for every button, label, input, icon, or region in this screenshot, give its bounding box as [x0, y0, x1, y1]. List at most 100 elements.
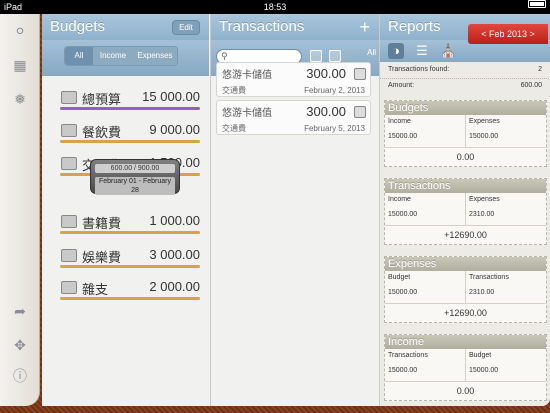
budget-name: 娛樂費	[82, 250, 122, 265]
magic-wand-icon[interactable]: ✥	[11, 336, 29, 354]
all-filter-button[interactable]: All	[367, 48, 376, 57]
budget-category-icon	[61, 124, 77, 137]
cell-label: Income	[388, 196, 411, 203]
report-card-title: Budgets	[385, 101, 546, 115]
settings-icon[interactable]: ❅	[11, 90, 29, 108]
budget-amount: 9 000.00	[149, 122, 200, 137]
budget-category-icon	[61, 91, 77, 104]
amount-value: 600.00	[520, 82, 542, 89]
add-transaction-button[interactable]: +	[359, 14, 370, 40]
report-total: +12690.00	[444, 308, 487, 318]
edit-button[interactable]: Edit	[172, 20, 200, 35]
pie-chart-icon[interactable]: ◑	[388, 43, 404, 59]
transaction-amount: 300.00	[306, 66, 346, 81]
period-selector-button[interactable]: < Feb 2013 >	[468, 24, 548, 44]
cell-label: Transactions	[469, 274, 509, 281]
tool-sidebar: ⚪ ▦ ❅ ➦ ✥ ⓘ	[0, 14, 40, 406]
report-card-title: Expenses	[385, 257, 546, 271]
status-bar: iPad 18:53	[0, 0, 550, 14]
transactions-panel: Transactions + ⚲ All 悠游卡儲值 交通費 300.00 Fe…	[210, 14, 379, 406]
filter-expenses[interactable]: Expenses	[133, 47, 177, 65]
budget-name: 書籍費	[82, 216, 122, 231]
transaction-item[interactable]: 悠游卡儲值 交通費 300.00 February 2, 2013	[216, 62, 371, 97]
transaction-date: February 2, 2013	[304, 86, 365, 95]
checked-filter-icon[interactable]	[329, 50, 341, 62]
cell-value: 2310.00	[469, 289, 495, 296]
budget-usage-tooltip: 600.00 / 900.00 February 01 - February 2…	[90, 159, 180, 195]
cell-label: Expenses	[469, 196, 500, 203]
list-icon[interactable]: ☰	[414, 43, 430, 59]
cell-label: Income	[388, 118, 411, 125]
budget-row[interactable]: 餐飲費 9 000.00	[56, 119, 200, 147]
divider	[380, 78, 550, 79]
budgets-filter-bar: All Income Expenses	[42, 40, 209, 76]
budget-amount: 3 000.00	[149, 247, 200, 262]
budget-progress-bar	[60, 231, 200, 234]
filter-all[interactable]: All	[65, 47, 93, 65]
found-value: 2	[538, 66, 542, 73]
share-icon[interactable]: ➦	[11, 302, 29, 320]
budget-row[interactable]: 娛樂費 3 000.00	[56, 244, 200, 272]
main-panels: Budgets Edit All Income Expenses 總預算 15 …	[42, 14, 550, 406]
train-icon	[354, 68, 366, 80]
report-total: +12690.00	[444, 230, 487, 240]
tooltip-range: February 01 - February 28	[95, 177, 175, 195]
budget-category-icon	[61, 215, 77, 228]
transactions-found-row: Transactions found: 2	[380, 64, 550, 78]
bank-icon[interactable]: ⛪	[440, 43, 456, 59]
amount-label: Amount:	[388, 82, 415, 89]
budget-category-icon	[61, 249, 77, 262]
battery-indicator	[528, 0, 546, 8]
budget-row[interactable]: 雜支 2 000.00	[56, 276, 200, 304]
transaction-category: 交通費	[222, 124, 246, 133]
report-total: 0.00	[456, 386, 475, 396]
budget-amount: 15 000.00	[142, 89, 200, 104]
calculator-icon[interactable]: ▦	[11, 56, 29, 74]
reports-panel: Reports ◑ ☰ ⛪ Transactions found: 2 Amou…	[379, 14, 550, 406]
cell-value: 15000.00	[388, 211, 418, 218]
budget-name: 餐飲費	[82, 125, 122, 140]
cell-value: 15000.00	[388, 367, 418, 374]
budget-filter-segment: All Income Expenses	[64, 46, 178, 66]
transaction-amount: 300.00	[306, 104, 346, 119]
budget-row[interactable]: 總預算 15 000.00	[56, 86, 200, 114]
transactions-title: Transactions	[211, 14, 379, 40]
info-icon[interactable]: ⓘ	[11, 367, 29, 385]
budget-progress-bar	[60, 265, 200, 268]
battery-icon	[528, 0, 546, 8]
budgets-panel: Budgets Edit All Income Expenses 總預算 15 …	[42, 14, 209, 406]
budget-category-icon	[61, 281, 77, 294]
transaction-category: 交通費	[222, 86, 246, 95]
report-expenses-card: Expenses Budget 15000.00 Transactions 2310…	[384, 256, 547, 323]
budget-progress-bar	[60, 107, 200, 110]
report-card-title: Income	[385, 335, 546, 349]
cell-value: 15000.00	[469, 133, 499, 140]
train-icon	[354, 106, 366, 118]
report-income-card: Income Transactions 15000.00 Budget 15000.…	[384, 334, 547, 401]
cell-value: 15000.00	[388, 133, 418, 140]
cell-label: Budget	[388, 274, 411, 281]
cell-label: Transactions	[388, 352, 428, 359]
budget-name: 總預算	[82, 92, 122, 107]
transaction-item[interactable]: 悠游卡儲值 交通費 300.00 February 5, 2013	[216, 100, 371, 135]
report-card-title: Transactions	[385, 179, 546, 193]
transaction-name: 悠游卡儲值	[222, 70, 272, 81]
budget-amount: 1 000.00	[149, 213, 200, 228]
budget-category-icon	[61, 157, 77, 170]
tooltip-used: 600.00 / 900.00	[95, 164, 175, 173]
clock: 18:53	[263, 2, 287, 12]
budget-amount: 2 000.00	[149, 279, 200, 294]
found-label: Transactions found:	[388, 66, 450, 73]
cell-value: 15000.00	[388, 289, 418, 296]
transaction-name: 悠游卡儲值	[222, 108, 272, 119]
budget-row[interactable]: 書籍費 1 000.00	[56, 210, 200, 238]
filter-income[interactable]: Income	[93, 47, 133, 65]
report-budgets-card: Budgets Income 15000.00 Expenses 15000.00 …	[384, 100, 547, 167]
amount-row: Amount: 600.00	[380, 80, 550, 94]
cell-label: Budget	[469, 352, 492, 359]
budget-progress-bar	[60, 140, 200, 143]
lock-icon[interactable]: ⚪	[11, 22, 29, 40]
budget-progress-bar	[60, 297, 200, 300]
unchecked-filter-icon[interactable]	[310, 50, 322, 62]
cell-label: Expenses	[469, 118, 500, 125]
